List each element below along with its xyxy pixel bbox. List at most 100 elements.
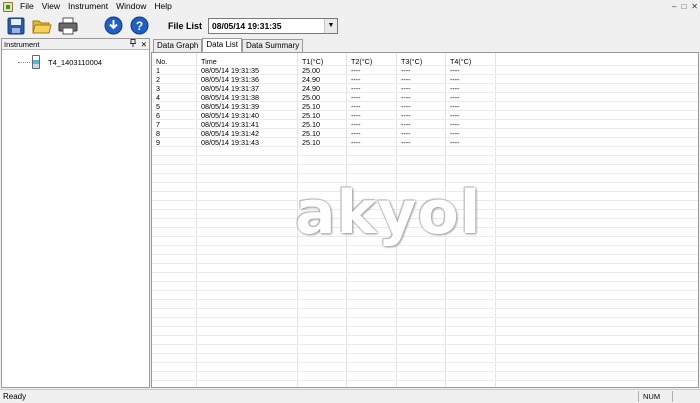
download-button[interactable] [103, 15, 124, 36]
table-cell-t3: ---- [401, 66, 411, 75]
table-cell-no: 9 [156, 138, 160, 147]
menu-bar: File View Instrument Window Help – □ ✕ [0, 0, 700, 13]
column-header-time[interactable]: Time [197, 57, 217, 66]
chevron-down-icon[interactable]: ▼ [324, 18, 338, 33]
instrument-panel: Instrument ✕ T4_1403110004 [1, 38, 150, 388]
table-row[interactable]: 1 08/05/14 19:31:35 25.00 ---- ---- ---- [152, 66, 698, 75]
table-cell-t3: ---- [401, 111, 411, 120]
column-header-t3[interactable]: T3(°C) [397, 57, 422, 66]
pin-icon[interactable] [129, 39, 136, 50]
table-cell-time: 08/05/14 19:31:38 [201, 93, 259, 102]
table-cell-t4: ---- [450, 84, 460, 93]
empty-table-row [152, 354, 698, 363]
column-header-t4[interactable]: T4(°C) [446, 57, 471, 66]
table-cell-t3: ---- [401, 129, 411, 138]
toolbar: ? File List 08/05/14 19:31:35 ▼ [0, 13, 700, 38]
panel-close-icon[interactable]: ✕ [141, 39, 147, 50]
table-row[interactable]: 4 08/05/14 19:31:38 25.00 ---- ---- ---- [152, 93, 698, 102]
table-cell-t1: 25.10 [302, 129, 320, 138]
open-button[interactable] [31, 15, 52, 36]
print-button[interactable] [57, 15, 78, 36]
table-header-row: No. Time T1(°C) T2(°C) T3(°C) T4(°C) [152, 57, 698, 66]
empty-table-row [152, 309, 698, 318]
empty-table-row [152, 165, 698, 174]
table-cell-t1: 25.00 [302, 93, 320, 102]
table-row[interactable]: 7 08/05/14 19:31:41 25.10 ---- ---- ---- [152, 120, 698, 129]
table-cell-t2: ---- [351, 129, 361, 138]
restore-icon[interactable]: □ [681, 0, 686, 13]
table-cell-no: 7 [156, 120, 160, 129]
tab-data-list[interactable]: Data List [202, 38, 242, 52]
table-cell-time: 08/05/14 19:31:36 [201, 75, 259, 84]
file-list-value: 08/05/14 19:31:35 [212, 20, 282, 31]
empty-table-row [152, 345, 698, 354]
table-row[interactable]: 2 08/05/14 19:31:36 24.90 ---- ---- ---- [152, 75, 698, 84]
table-cell-no: 1 [156, 66, 160, 75]
table-row[interactable]: 6 08/05/14 19:31:40 25.10 ---- ---- ---- [152, 111, 698, 120]
empty-table-row [152, 336, 698, 345]
save-button[interactable] [5, 15, 26, 36]
table-row[interactable]: 5 08/05/14 19:31:39 25.10 ---- ---- ---- [152, 102, 698, 111]
table-row[interactable]: 3 08/05/14 19:31:37 24.90 ---- ---- ---- [152, 84, 698, 93]
column-header-t2[interactable]: T2(°C) [347, 57, 372, 66]
table-cell-t4: ---- [450, 102, 460, 111]
table-cell-time: 08/05/14 19:31:42 [201, 129, 259, 138]
device-tree-item[interactable]: T4_1403110004 [18, 55, 102, 69]
save-icon [7, 17, 24, 34]
empty-table-row [152, 156, 698, 165]
instrument-panel-title: Instrument [4, 39, 40, 49]
device-icon [32, 55, 40, 69]
empty-table-row [152, 363, 698, 372]
table-cell-t2: ---- [351, 102, 361, 111]
table-row[interactable]: 8 08/05/14 19:31:42 25.10 ---- ---- ---- [152, 129, 698, 138]
column-header-no[interactable]: No. [152, 57, 167, 66]
table-cell-time: 08/05/14 19:31:35 [201, 66, 259, 75]
table-cell-t2: ---- [351, 120, 361, 129]
table-cell-t4: ---- [450, 75, 460, 84]
instrument-panel-header: Instrument ✕ [2, 39, 149, 50]
table-cell-t1: 24.90 [302, 75, 320, 84]
status-bar: Ready NUM [0, 389, 700, 403]
empty-table-row [152, 264, 698, 273]
column-header-t1[interactable]: T1(°C) [298, 57, 323, 66]
menu-view[interactable]: View [39, 0, 65, 13]
table-cell-t3: ---- [401, 75, 411, 84]
menu-help[interactable]: Help [151, 0, 176, 13]
empty-table-row [152, 318, 698, 327]
close-icon[interactable]: ✕ [691, 0, 698, 13]
table-cell-t4: ---- [450, 138, 460, 147]
open-folder-icon [31, 20, 52, 33]
empty-table-row [152, 282, 698, 291]
table-cell-t3: ---- [401, 84, 411, 93]
empty-table-row [152, 291, 698, 300]
tab-data-summary[interactable]: Data Summary [241, 39, 304, 52]
table-cell-t1: 25.00 [302, 66, 320, 75]
table-cell-time: 08/05/14 19:31:39 [201, 102, 259, 111]
download-icon [104, 16, 123, 35]
table-cell-t2: ---- [351, 84, 361, 93]
menu-instrument[interactable]: Instrument [65, 0, 113, 13]
table-cell-time: 08/05/14 19:31:37 [201, 84, 259, 93]
status-num-indicator: NUM [638, 391, 672, 402]
file-list-select[interactable]: 08/05/14 19:31:35 ▼ [208, 17, 339, 34]
status-text: Ready [3, 392, 27, 401]
help-icon: ? [130, 16, 149, 35]
table-row[interactable]: 9 08/05/14 19:31:43 25.10 ---- ---- ---- [152, 138, 698, 147]
table-cell-t4: ---- [450, 120, 460, 129]
tab-data-graph[interactable]: Data Graph [153, 39, 203, 52]
empty-table-row [152, 255, 698, 264]
help-button[interactable]: ? [129, 15, 150, 36]
table-cell-t2: ---- [351, 75, 361, 84]
table-cell-t4: ---- [450, 129, 460, 138]
menu-window[interactable]: Window [113, 0, 151, 13]
table-cell-time: 08/05/14 19:31:40 [201, 111, 259, 120]
device-label: T4_1403110004 [48, 57, 103, 67]
table-cell-t3: ---- [401, 138, 411, 147]
table-cell-t1: 25.10 [302, 102, 320, 111]
empty-table-row [152, 381, 698, 387]
menu-file[interactable]: File [17, 0, 39, 13]
minimize-icon[interactable]: – [672, 0, 676, 13]
empty-table-row [152, 327, 698, 336]
empty-table-row [152, 273, 698, 282]
app-icon[interactable] [3, 1, 13, 12]
